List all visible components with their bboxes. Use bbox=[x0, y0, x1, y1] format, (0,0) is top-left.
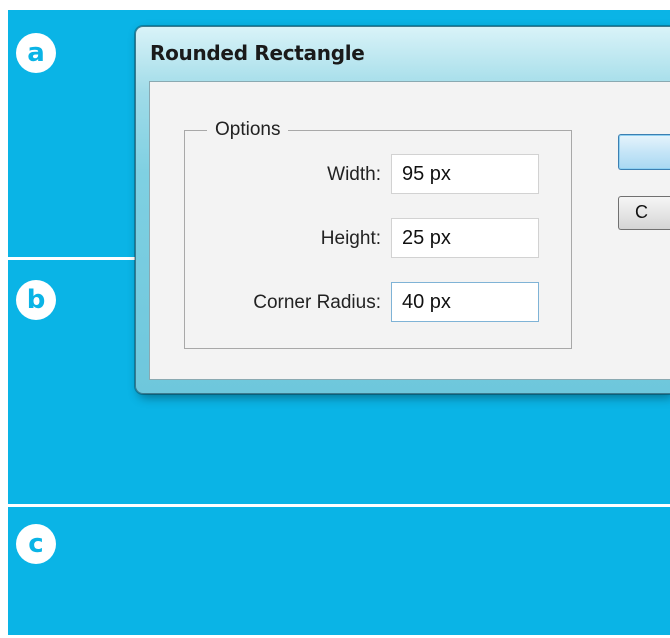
options-group: Options Width: Height: Corner Radius: bbox=[184, 119, 572, 349]
dialog-title: Rounded Rectangle bbox=[150, 41, 365, 65]
cancel-button[interactable]: C bbox=[618, 196, 670, 230]
step-label-c: c bbox=[16, 524, 56, 564]
corner-radius-label: Corner Radius: bbox=[253, 292, 381, 313]
step-label-b: b bbox=[16, 280, 56, 320]
height-label: Height: bbox=[320, 228, 381, 249]
width-label: Width: bbox=[327, 164, 381, 185]
options-group-label: Options bbox=[207, 119, 289, 141]
dialog-body: Options Width: Height: Corner Radius: C bbox=[149, 81, 670, 380]
ok-button[interactable] bbox=[618, 134, 670, 170]
panel-c bbox=[8, 507, 670, 635]
width-input[interactable] bbox=[391, 154, 539, 194]
rounded-rectangle-dialog: Rounded Rectangle Options Width: Height:… bbox=[135, 26, 670, 394]
height-input[interactable] bbox=[391, 218, 539, 258]
corner-radius-input[interactable] bbox=[391, 282, 539, 322]
step-label-a: a bbox=[16, 33, 56, 73]
